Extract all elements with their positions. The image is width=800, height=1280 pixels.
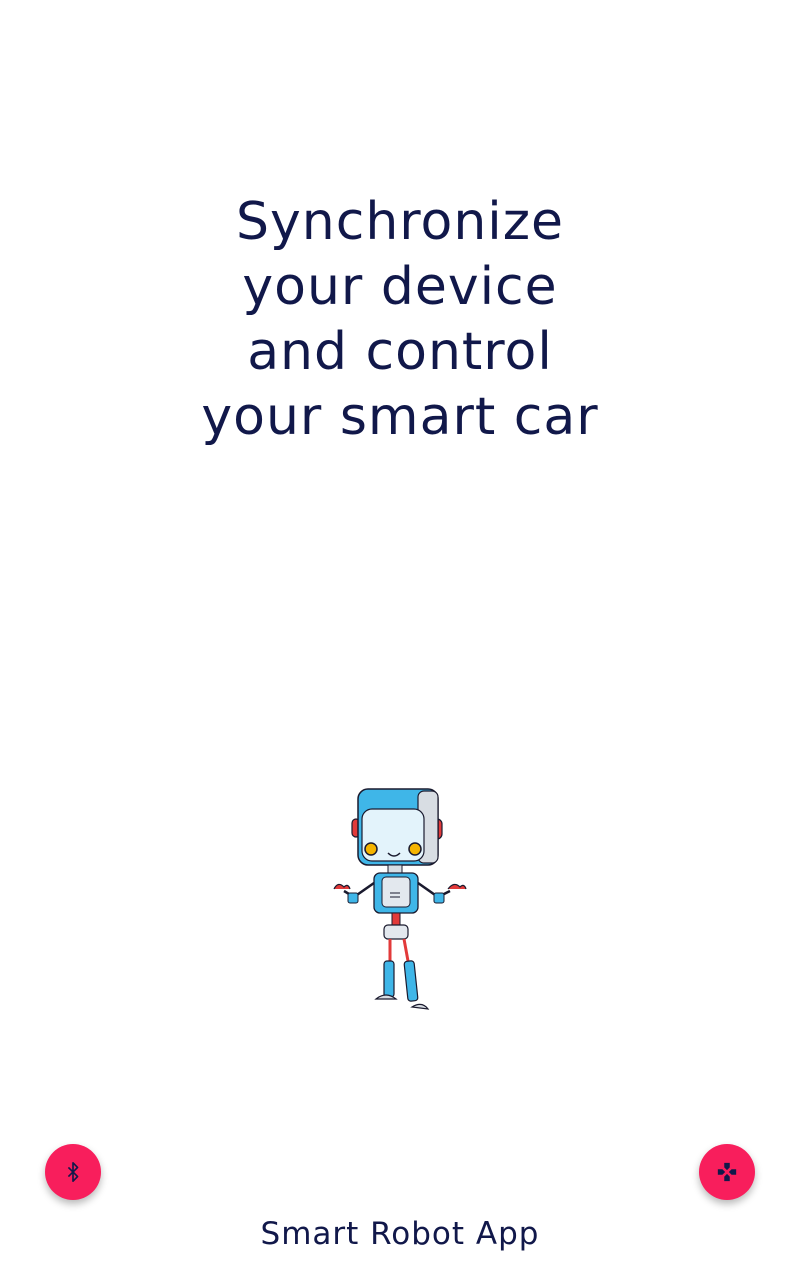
headline-line-3: and control xyxy=(247,322,553,382)
headline-line-4: your smart car xyxy=(201,387,599,447)
robot-illustration xyxy=(330,785,470,1015)
headline-line-1: Synchronize xyxy=(235,192,565,252)
gamepad-icon xyxy=(717,1162,737,1182)
robot-icon xyxy=(333,788,467,1010)
headline: Synchronize your device and control your… xyxy=(0,190,800,450)
app-name: Smart Robot App xyxy=(260,1216,540,1252)
bluetooth-button[interactable] xyxy=(45,1144,101,1200)
bluetooth-icon xyxy=(67,1162,79,1182)
control-button[interactable] xyxy=(699,1144,755,1200)
headline-line-2: your device xyxy=(242,257,558,317)
